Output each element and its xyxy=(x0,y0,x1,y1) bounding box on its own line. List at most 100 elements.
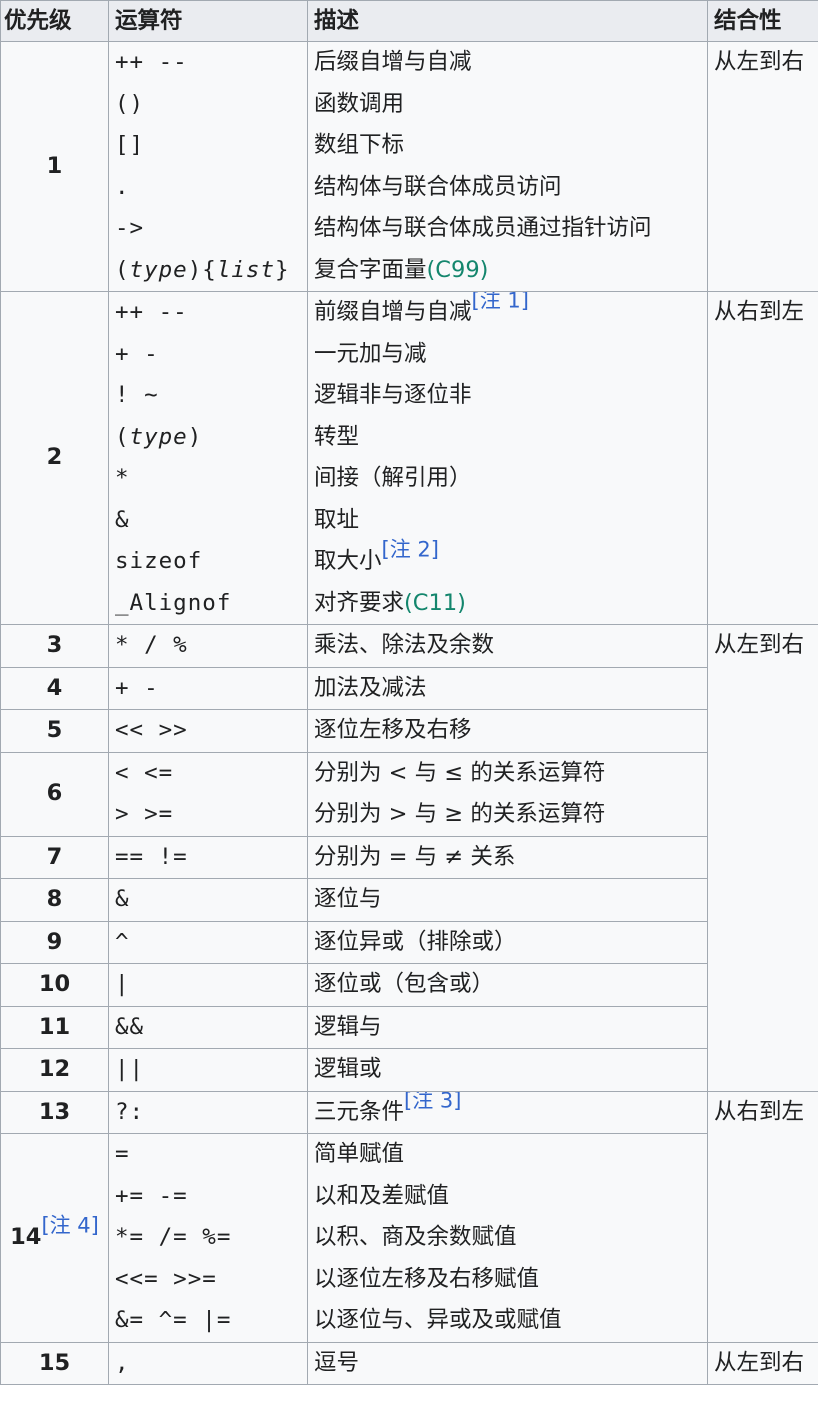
description: 以逐位左移及右移赋值 xyxy=(314,1265,540,1292)
operator: sizeof xyxy=(115,548,203,574)
operator: = xyxy=(115,1141,130,1167)
operator: (type) xyxy=(115,423,203,450)
description: 以和及差赋值 xyxy=(314,1182,450,1209)
footnote-link[interactable]: [注 3] xyxy=(404,1092,461,1112)
operator-cell: & xyxy=(108,878,308,922)
table-row: 9 ^ 逐位异或（排除或） xyxy=(0,920,818,964)
description: 结构体与联合体成员访问 xyxy=(314,173,562,200)
header-associativity: 结合性 xyxy=(707,0,818,42)
description: 取大小 xyxy=(314,548,382,574)
description: 前缀自增与自减 xyxy=(314,299,472,325)
description-cell: 逐位左移及右移 xyxy=(307,709,708,753)
description: 数组下标 xyxy=(314,132,405,158)
operator: == != xyxy=(115,843,188,870)
operator: & xyxy=(115,886,130,912)
precedence-cell: 15 xyxy=(0,1341,109,1385)
associativity-cell: 从右到左 xyxy=(707,291,818,625)
operator: ++ -- xyxy=(115,299,188,325)
footnote-link[interactable]: [注 1] xyxy=(472,293,529,313)
description: 复合字面量 xyxy=(314,256,427,283)
precedence-cell: 7 xyxy=(0,835,109,879)
associativity-cell: 从左到右 xyxy=(707,41,818,292)
operator: * / % xyxy=(115,632,188,658)
precedence-cell: 4 xyxy=(0,666,109,710)
footnote-link[interactable]: [注 4] xyxy=(41,1213,98,1237)
description: 分别为 < 与 ≤ 的关系运算符 xyxy=(314,759,606,786)
operator: &= ^= |= xyxy=(115,1307,232,1333)
description: 简单赋值 xyxy=(314,1141,405,1167)
operator-cell: ++ -- + - ! ~ (type) * & sizeof _Alignof xyxy=(108,291,308,625)
header-row: 优先级 运算符 描述 结合性 xyxy=(0,0,818,42)
description: 间接（解引用） xyxy=(314,465,472,491)
description: 取址 xyxy=(314,506,360,533)
operator: += -= xyxy=(115,1182,188,1209)
operator: <<= >>= xyxy=(115,1265,217,1292)
operator: * xyxy=(115,465,130,491)
description-cell: 分别为 = 与 ≠ 关系 xyxy=(307,835,708,879)
operator-cell: < <= > >= xyxy=(108,751,308,837)
precedence-cell: 1 xyxy=(0,41,109,292)
table-row: 15 , 逗号 从左到右 xyxy=(0,1341,818,1385)
table-row: 14[注 4] = += -= *= /= %= <<= >>= &= ^= |… xyxy=(0,1133,818,1343)
operator: ++ -- xyxy=(115,49,188,75)
description-cell: 逐位异或（排除或） xyxy=(307,920,708,964)
precedence-cell: 12 xyxy=(0,1048,109,1092)
table-row: 11 && 逻辑与 xyxy=(0,1005,818,1049)
description: 对齐要求 xyxy=(314,589,405,616)
associativity-cell: 从右到左 xyxy=(707,1090,818,1343)
operator: (type){list} xyxy=(115,256,290,283)
operator: , xyxy=(115,1349,130,1376)
operator-cell: == != xyxy=(108,835,308,879)
table-row: 12 || 逻辑或 xyxy=(0,1048,818,1092)
operator-cell: * / % xyxy=(108,624,308,668)
operator: _Alignof xyxy=(115,589,232,616)
operator: () xyxy=(115,90,145,117)
operator: . xyxy=(115,173,130,200)
operator-cell: | xyxy=(108,963,308,1007)
operator: ! ~ xyxy=(115,382,159,408)
table-row: 6 < <= > >= 分别为 < 与 ≤ 的关系运算符 分别为 > 与 ≥ 的… xyxy=(0,751,818,837)
table-row: 1 ++ -- () [] . -> (type){list} 后缀自增与自减 … xyxy=(0,41,818,292)
operator: ?: xyxy=(115,1098,145,1125)
operator: < <= xyxy=(115,759,174,786)
operator-cell: ^ xyxy=(108,920,308,964)
operator: + - xyxy=(115,340,159,367)
precedence-value: 14 xyxy=(10,1224,42,1250)
standard-tag: (C99) xyxy=(426,256,489,283)
operator: & xyxy=(115,506,130,533)
operator-precedence-table: 优先级 运算符 描述 结合性 1 ++ -- () [] . -> (type)… xyxy=(0,0,818,1385)
description-cell: 分别为 < 与 ≤ 的关系运算符 分别为 > 与 ≥ 的关系运算符 xyxy=(307,751,708,837)
operator: > >= xyxy=(115,801,174,827)
operator: | xyxy=(115,971,130,997)
description: 后缀自增与自减 xyxy=(314,49,472,75)
description-cell: 逻辑与 xyxy=(307,1005,708,1049)
header-precedence: 优先级 xyxy=(0,0,109,42)
operator-cell: ++ -- () [] . -> (type){list} xyxy=(108,41,308,292)
description-cell: 三元条件[注 3] xyxy=(307,1090,708,1134)
precedence-cell: 8 xyxy=(0,878,109,922)
operator: -> xyxy=(115,215,145,241)
table-row: 10 | 逐位或（包含或） xyxy=(0,963,818,1007)
header-operator: 运算符 xyxy=(108,0,308,42)
table-row: 7 == != 分别为 = 与 ≠ 关系 xyxy=(0,835,818,879)
operator-cell: ?: xyxy=(108,1090,308,1134)
table-row: 2 ++ -- + - ! ~ (type) * & sizeof _Align… xyxy=(0,291,818,625)
header-description: 描述 xyxy=(307,0,708,42)
precedence-cell: 2 xyxy=(0,291,109,625)
table-row: 8 & 逐位与 xyxy=(0,878,818,922)
description: 以积、商及余数赋值 xyxy=(314,1224,517,1250)
description: 函数调用 xyxy=(314,90,405,117)
description: 转型 xyxy=(314,423,360,450)
description-cell: 加法及减法 xyxy=(307,666,708,710)
operator: + - xyxy=(115,674,159,701)
table-row: 5 << >> 逐位左移及右移 xyxy=(0,709,818,753)
description-cell: 后缀自增与自减 函数调用 数组下标 结构体与联合体成员访问 结构体与联合体成员通… xyxy=(307,41,708,292)
operator-cell: << >> xyxy=(108,709,308,753)
description-cell: 逐位或（包含或） xyxy=(307,963,708,1007)
footnote-link[interactable]: [注 2] xyxy=(382,537,439,561)
description-cell: 乘法、除法及余数 xyxy=(307,624,708,668)
operator-cell: = += -= *= /= %= <<= >>= &= ^= |= xyxy=(108,1133,308,1343)
operator: *= /= %= xyxy=(115,1224,232,1250)
description: 分别为 > 与 ≥ 的关系运算符 xyxy=(314,801,606,827)
description: 一元加与减 xyxy=(314,340,427,367)
